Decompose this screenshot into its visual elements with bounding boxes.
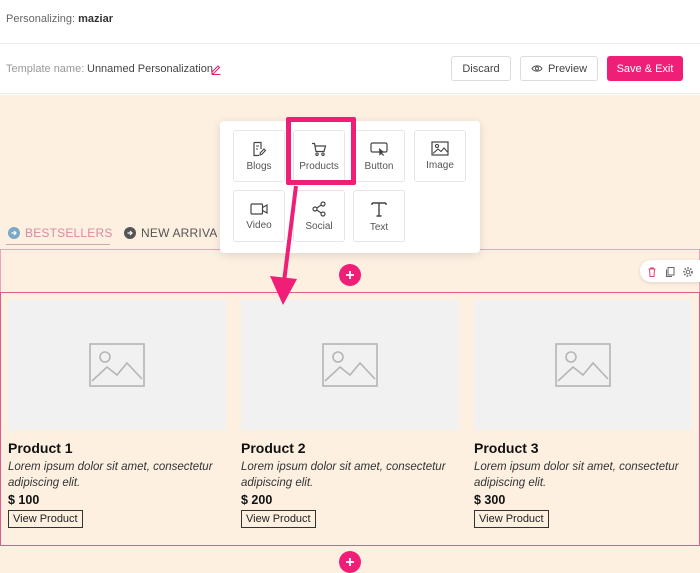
image-icon <box>89 343 145 387</box>
product-image-placeholder <box>8 300 226 430</box>
view-product-button[interactable]: View Product <box>8 510 83 528</box>
discard-label: Discard <box>462 62 500 75</box>
product-card: Product 3 Lorem ipsum dolor sit amet, co… <box>474 300 696 528</box>
copy-icon[interactable] <box>664 265 676 277</box>
widget-blogs-label: Blogs <box>246 160 272 172</box>
preview-label: Preview <box>547 62 588 75</box>
personalizing-text: Personalizing: maziar <box>6 13 113 25</box>
widget-social[interactable]: Social <box>293 190 345 242</box>
product-name: Product 3 <box>474 440 539 456</box>
widget-image-label: Image <box>426 160 454 171</box>
product-card: Product 2 Lorem ipsum dolor sit amet, co… <box>241 300 463 528</box>
product-name: Product 1 <box>8 440 73 456</box>
widget-blogs[interactable]: Blogs <box>233 130 285 182</box>
plus-icon <box>346 271 354 279</box>
widget-text[interactable]: Text <box>353 190 405 242</box>
product-image-placeholder <box>241 300 459 430</box>
tab-bestsellers[interactable]: BESTSELLERS <box>8 226 113 240</box>
widget-video-label: Video <box>246 219 272 231</box>
add-block-button[interactable] <box>339 551 361 573</box>
widget-button-label: Button <box>364 160 394 172</box>
tab-bestsellers-label: BESTSELLERS <box>25 226 113 240</box>
add-block-button[interactable] <box>339 264 361 286</box>
template-toolbar: Template name: Unnamed Personalization D… <box>0 44 700 94</box>
product-price: $ 200 <box>241 493 273 507</box>
gear-icon[interactable] <box>682 265 694 277</box>
view-product-button[interactable]: View Product <box>474 510 549 528</box>
widget-products-label: Products <box>299 160 339 172</box>
product-description: Lorem ipsum dolor sit amet, consectetur … <box>8 461 213 489</box>
trash-icon[interactable] <box>646 265 658 277</box>
pencil-icon[interactable] <box>210 62 222 75</box>
plus-icon <box>346 558 354 566</box>
discard-button[interactable]: Discard <box>451 56 511 81</box>
view-product-button[interactable]: View Product <box>241 510 316 528</box>
personalizing-label: Personalizing: <box>6 13 76 25</box>
image-icon <box>555 343 611 387</box>
product-name: Product 2 <box>241 440 306 456</box>
arrow-right-icon <box>8 227 20 239</box>
product-price: $ 100 <box>8 493 40 507</box>
widget-button[interactable]: Button <box>353 130 405 182</box>
personalizing-user: maziar <box>78 13 114 25</box>
cart-icon <box>312 142 327 156</box>
tab-new-arrivals-label: NEW ARRIVA <box>141 226 218 240</box>
widget-social-label: Social <box>305 220 333 232</box>
product-price: $ 300 <box>474 493 506 507</box>
product-description: Lorem ipsum dolor sit amet, consectetur … <box>241 461 446 489</box>
widget-image[interactable]: Image <box>414 130 466 182</box>
product-image-placeholder <box>474 300 692 430</box>
share-icon <box>312 200 326 217</box>
arrow-right-icon <box>124 227 136 239</box>
eye-icon <box>531 65 543 72</box>
top-bar: Personalizing: maziar <box>0 0 700 44</box>
image-icon <box>431 141 449 156</box>
blog-icon <box>253 141 267 156</box>
save-exit-label: Save & Exit <box>616 62 674 75</box>
product-card: Product 1 Lorem ipsum dolor sit amet, co… <box>8 300 230 528</box>
widget-products[interactable]: Products <box>293 130 345 182</box>
widget-picker-popup: Blogs Products Button Image Video Social… <box>220 121 480 253</box>
block-actions <box>640 260 700 282</box>
button-icon <box>370 141 388 156</box>
template-name-value[interactable]: Unnamed Personalization <box>87 63 213 75</box>
tab-underline <box>6 244 110 245</box>
tab-new-arrivals[interactable]: NEW ARRIVA <box>124 226 217 240</box>
preview-button[interactable]: Preview <box>520 56 598 81</box>
widget-video[interactable]: Video <box>233 190 285 242</box>
widget-text-label: Text <box>369 221 389 233</box>
template-name-label: Template name: <box>6 63 85 75</box>
product-description: Lorem ipsum dolor sit amet, consectetur … <box>474 461 679 489</box>
save-exit-button[interactable]: Save & Exit <box>607 56 683 81</box>
text-icon <box>371 201 387 217</box>
image-icon <box>322 343 378 387</box>
video-icon <box>250 202 268 215</box>
